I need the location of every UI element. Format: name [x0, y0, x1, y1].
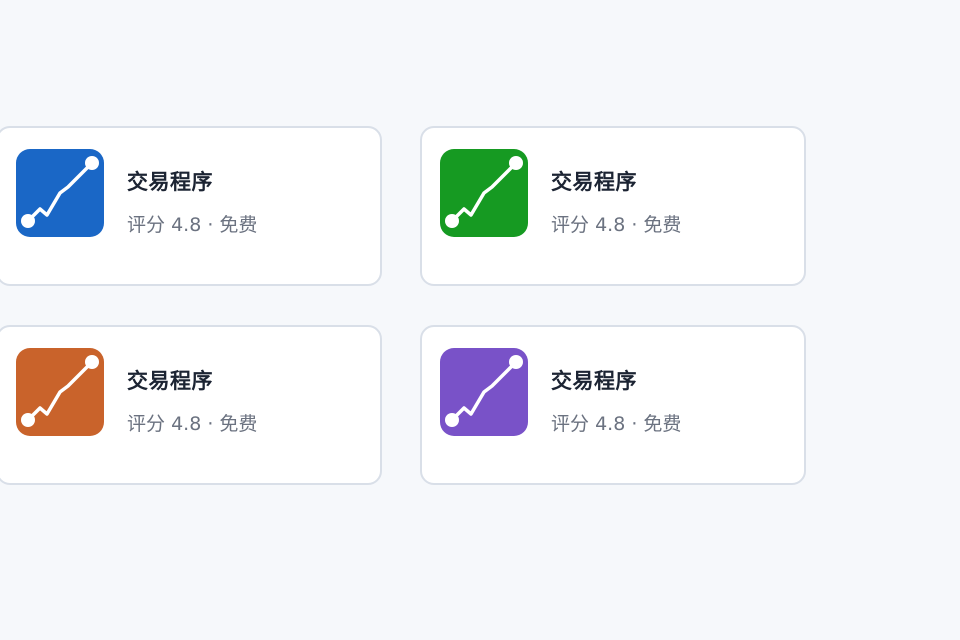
meta-separator: · [207, 413, 214, 435]
rating-value: 4.8 [171, 214, 202, 236]
meta-separator: · [631, 413, 638, 435]
stock-chart-icon [16, 149, 104, 237]
app-card[interactable]: 交易程序 评分 4.8 · 免费 [0, 325, 382, 485]
price-label: 免费 [643, 413, 682, 435]
app-icon-graphic [16, 348, 104, 436]
app-card[interactable]: 交易程序 评分 4.8 · 免费 [0, 126, 382, 286]
stock-chart-icon [440, 149, 528, 237]
price-label: 免费 [219, 214, 258, 236]
app-title: 交易程序 [551, 170, 637, 194]
price-label: 免费 [643, 214, 682, 236]
app-title: 交易程序 [551, 369, 637, 393]
app-meta: 评分 4.8 · 免费 [127, 210, 257, 237]
app-meta: 评分 4.8 · 免费 [127, 409, 257, 436]
app-meta: 评分 4.8 · 免费 [551, 409, 681, 436]
rating-label: 评分 [551, 413, 590, 435]
app-title: 交易程序 [127, 170, 213, 194]
rating-value: 4.8 [171, 413, 202, 435]
app-title: 交易程序 [127, 369, 213, 393]
app-meta: 评分 4.8 · 免费 [551, 210, 681, 237]
app-grid: 交易程序 评分 4.8 · 免费 交易程序 评分 4.8 · 免费 交易程序 评… [0, 0, 960, 640]
app-icon-graphic [440, 348, 528, 436]
app-icon-graphic [440, 149, 528, 237]
meta-separator: · [207, 214, 214, 236]
rating-label: 评分 [127, 413, 166, 435]
meta-separator: · [631, 214, 638, 236]
rating-value: 4.8 [595, 214, 626, 236]
stock-chart-icon [16, 348, 104, 436]
stock-chart-icon [440, 348, 528, 436]
app-card[interactable]: 交易程序 评分 4.8 · 免费 [420, 325, 806, 485]
rating-label: 评分 [127, 214, 166, 236]
rating-label: 评分 [551, 214, 590, 236]
app-card[interactable]: 交易程序 评分 4.8 · 免费 [420, 126, 806, 286]
price-label: 免费 [219, 413, 258, 435]
rating-value: 4.8 [595, 413, 626, 435]
app-icon-graphic [16, 149, 104, 237]
